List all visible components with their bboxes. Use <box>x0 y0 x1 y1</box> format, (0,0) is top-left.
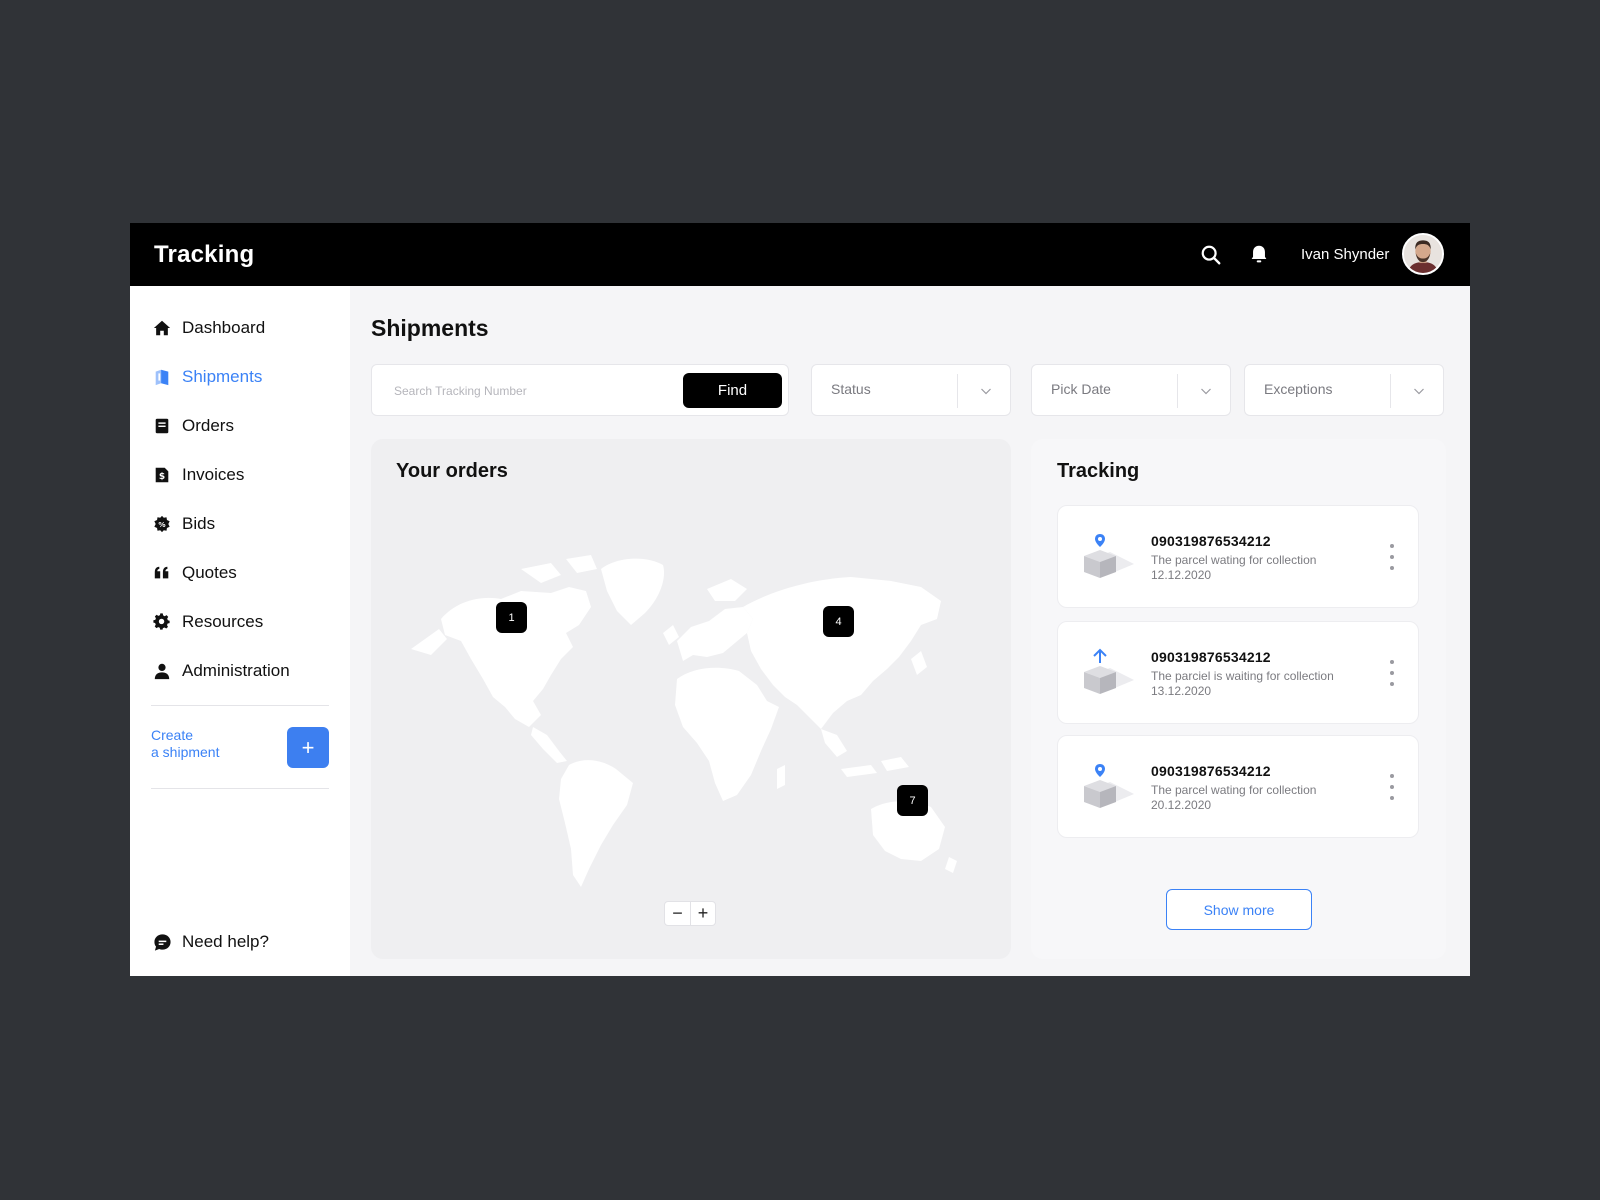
quote-icon <box>152 563 172 583</box>
tracking-item[interactable]: 090319876534212 The parciel is waiting f… <box>1057 621 1419 724</box>
world-map[interactable] <box>401 529 971 889</box>
tracking-item[interactable]: 090319876534212 The parcel wating for co… <box>1057 735 1419 838</box>
sidebar-item-label: Bids <box>182 514 216 533</box>
select-label: Status <box>831 381 871 397</box>
search-icon[interactable] <box>1200 244 1222 266</box>
map-pin-cluster[interactable]: 7 <box>897 785 928 816</box>
app-title: Tracking <box>154 241 255 268</box>
find-button[interactable]: Find <box>683 373 782 408</box>
sidebar-item-dashboard[interactable]: Dashboard <box>152 313 265 343</box>
shipments-icon <box>152 367 172 387</box>
tracking-number: 090319876534212 <box>1151 649 1271 665</box>
tracking-date: 13.12.2020 <box>1151 684 1212 698</box>
chevron-down-icon <box>1414 388 1424 395</box>
svg-text:$: $ <box>159 472 165 482</box>
more-options-icon[interactable] <box>1388 774 1396 800</box>
sidebar-item-resources[interactable]: Resources <box>152 607 263 637</box>
create-line-2: a shipment <box>151 744 220 760</box>
parcel-icon <box>1084 534 1134 578</box>
svg-text:%: % <box>158 520 165 529</box>
location-pin-icon <box>1095 764 1105 777</box>
create-shipment-button[interactable]: + <box>287 727 329 768</box>
more-options-icon[interactable] <box>1388 544 1396 570</box>
location-pin-icon <box>1095 534 1105 547</box>
tracking-number: 090319876534212 <box>1151 533 1271 549</box>
tracking-status: The parciel is waiting for collection <box>1151 669 1334 683</box>
zoom-out-button[interactable]: − <box>665 902 690 925</box>
search-input[interactable] <box>384 375 674 407</box>
avatar[interactable] <box>1402 233 1444 275</box>
top-bar: Tracking Ivan Shynder <box>130 223 1470 286</box>
zoom-in-button[interactable]: + <box>689 902 715 925</box>
select-separator <box>1177 374 1178 408</box>
sidebar: Dashboard Shipments Orders $ Invoices % … <box>130 286 350 976</box>
sidebar-divider <box>151 788 329 789</box>
chat-bubble-icon <box>152 932 172 952</box>
pick-date-select[interactable]: Pick Date <box>1031 364 1231 416</box>
select-label: Exceptions <box>1264 381 1333 397</box>
tracking-item[interactable]: 090319876534212 The parcel wating for co… <box>1057 505 1419 608</box>
parcel-icon <box>1084 764 1134 808</box>
sidebar-item-label: Orders <box>182 416 234 435</box>
sidebar-item-quotes[interactable]: Quotes <box>152 558 237 588</box>
sidebar-item-label: Administration <box>182 661 290 680</box>
sidebar-item-label: Shipments <box>182 367 263 386</box>
sidebar-item-label: Quotes <box>182 563 237 582</box>
create-shipment-link[interactable]: Create a shipment <box>151 727 219 761</box>
create-line-1: Create <box>151 727 194 743</box>
exceptions-select[interactable]: Exceptions <box>1244 364 1444 416</box>
arrow-up-icon <box>1093 648 1107 663</box>
tracking-number: 090319876534212 <box>1151 763 1271 779</box>
tracking-search: Find <box>371 364 789 416</box>
sidebar-item-label: Dashboard <box>182 318 266 337</box>
bids-icon: % <box>152 514 172 534</box>
invoice-icon: $ <box>152 465 172 485</box>
tracking-title: Tracking <box>1057 460 1140 482</box>
help-label: Need help? <box>182 932 269 951</box>
select-separator <box>1390 374 1391 408</box>
sidebar-item-label: Invoices <box>182 465 245 484</box>
sidebar-item-bids[interactable]: % Bids <box>152 509 215 539</box>
tracking-date: 20.12.2020 <box>1151 798 1212 812</box>
more-options-icon[interactable] <box>1388 660 1396 686</box>
bell-icon[interactable] <box>1248 243 1270 265</box>
sidebar-divider <box>151 705 329 706</box>
tracking-status: The parcel wating for collection <box>1151 783 1317 797</box>
sidebar-item-orders[interactable]: Orders <box>152 411 234 441</box>
tracking-date: 12.12.2020 <box>1151 568 1212 582</box>
gear-icon <box>152 612 172 632</box>
sidebar-item-label: Resources <box>182 612 264 631</box>
orders-card: Your orders 1 4 7 − + <box>371 439 1011 959</box>
status-select[interactable]: Status <box>811 364 1011 416</box>
sidebar-item-administration[interactable]: Administration <box>152 656 290 686</box>
map-zoom-control: − + <box>664 901 716 926</box>
chevron-down-icon <box>981 388 991 395</box>
page-title: Shipments <box>371 315 489 341</box>
select-separator <box>957 374 958 408</box>
home-icon <box>152 318 172 338</box>
tracking-card: Tracking 090319876534212 The parcel wati… <box>1031 439 1446 959</box>
user-name[interactable]: Ivan Shynder <box>1301 246 1389 263</box>
sidebar-item-shipments[interactable]: Shipments <box>152 362 262 392</box>
map-pin-cluster[interactable]: 4 <box>823 606 854 637</box>
show-more-button[interactable]: Show more <box>1166 889 1312 930</box>
select-label: Pick Date <box>1051 381 1111 397</box>
tracking-status: The parcel wating for collection <box>1151 553 1317 567</box>
orders-title: Your orders <box>396 460 508 482</box>
sidebar-item-invoices[interactable]: $ Invoices <box>152 460 244 490</box>
chevron-down-icon <box>1201 388 1211 395</box>
user-icon <box>152 661 172 681</box>
help-link[interactable]: Need help? <box>152 932 269 952</box>
parcel-icon <box>1084 648 1134 694</box>
app-window: Tracking Ivan Shynder Dashboard Shipment… <box>130 223 1470 976</box>
orders-icon <box>152 416 172 436</box>
map-pin-cluster[interactable]: 1 <box>496 602 527 633</box>
